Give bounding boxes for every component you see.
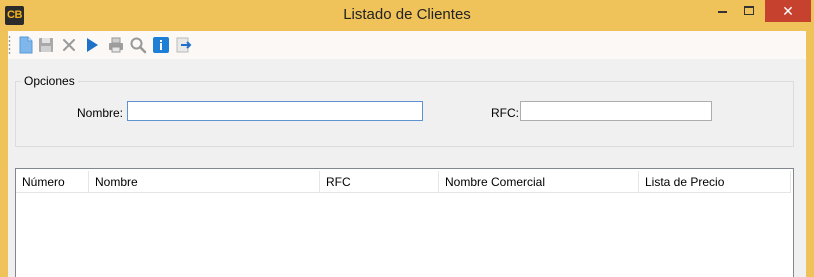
maximize-button[interactable] xyxy=(736,0,762,22)
search-button[interactable] xyxy=(129,36,147,54)
column-header-lista-de-precio[interactable]: Lista de Precio xyxy=(639,171,791,193)
rfc-input[interactable] xyxy=(520,101,712,121)
info-button[interactable] xyxy=(152,36,170,54)
toolbar xyxy=(8,31,806,59)
exit-icon xyxy=(176,37,192,53)
print-icon xyxy=(109,37,123,53)
maximize-icon xyxy=(744,6,754,15)
column-header-rfc[interactable]: RFC xyxy=(320,171,439,193)
close-icon: ✕ xyxy=(782,3,794,19)
nombre-label: Nombre: xyxy=(77,106,124,120)
search-icon xyxy=(130,37,147,54)
options-group: Opciones Nombre: RFC: xyxy=(15,74,794,147)
rfc-label: RFC: xyxy=(491,106,519,120)
window-title: Listado de Clientes xyxy=(343,6,471,23)
minimize-button[interactable] xyxy=(708,0,736,22)
play-button[interactable] xyxy=(83,36,101,54)
new-button[interactable] xyxy=(17,36,35,54)
save-icon xyxy=(39,38,53,52)
column-header-nombre[interactable]: Nombre xyxy=(89,171,320,193)
exit-button[interactable] xyxy=(175,36,193,54)
play-icon xyxy=(87,38,98,52)
save-button[interactable] xyxy=(37,36,55,54)
window-client-area: Opciones Nombre: RFC: Número Nombre RFC … xyxy=(8,31,806,277)
close-button[interactable]: ✕ xyxy=(765,0,811,22)
options-group-title: Opciones xyxy=(21,74,78,88)
delete-button[interactable] xyxy=(60,36,78,54)
delete-icon xyxy=(63,39,75,51)
column-header-numero[interactable]: Número xyxy=(16,171,89,193)
grid-header: Número Nombre RFC Nombre Comercial Lista… xyxy=(16,171,791,193)
clients-grid[interactable]: Número Nombre RFC Nombre Comercial Lista… xyxy=(15,168,794,277)
title-bar: CB Listado de Clientes ✕ xyxy=(0,0,814,31)
nombre-input[interactable] xyxy=(127,101,423,121)
new-icon xyxy=(19,36,33,54)
toolbar-grip[interactable] xyxy=(8,35,11,55)
minimize-icon xyxy=(718,11,727,13)
column-header-nombre-comercial[interactable]: Nombre Comercial xyxy=(439,171,639,193)
info-icon xyxy=(153,37,169,53)
print-button[interactable] xyxy=(107,36,125,54)
